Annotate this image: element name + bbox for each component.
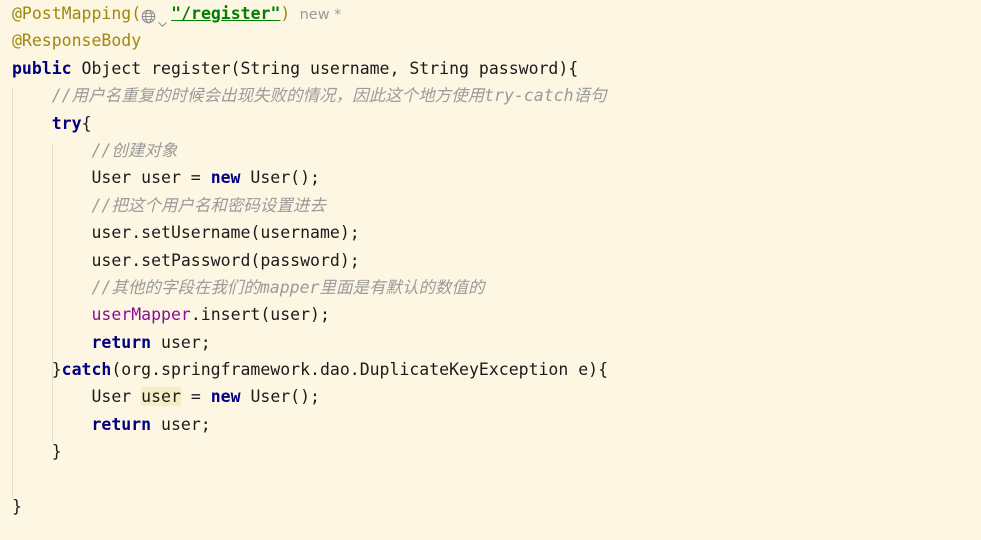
code-line[interactable]: //其他的字段在我们的mapper里面是有默认的数值的 (0, 274, 981, 301)
token-keyword: return (91, 332, 152, 352)
code-line[interactable]: User user = new User(); (0, 383, 981, 410)
globe-icon[interactable] (141, 5, 156, 32)
token-keyword: return (91, 414, 152, 434)
token-comment: //用户名重复的时候会出现失败的情况，因此这个地方使用try-catch语句 (12, 86, 607, 106)
token-keyword: try (51, 113, 82, 133)
code-editor-pane[interactable]: @PostMapping( "/register") new * @Response… (0, 0, 981, 540)
token-text: } (12, 442, 62, 462)
token-text: User (12, 387, 142, 407)
token-text: = (180, 387, 211, 407)
token-text: user; (151, 332, 211, 352)
token-text: user.setUsername(username); (12, 223, 360, 243)
code-line[interactable]: //把这个用户名和密码设置进去 (0, 192, 981, 219)
code-line[interactable]: user.setPassword(password); (0, 247, 981, 274)
token-text: (org.springframework.dao.DuplicateKeyExc… (111, 360, 609, 380)
mapping-gutter-icons[interactable] (141, 5, 171, 28)
token-keyword: new (210, 168, 241, 188)
token-annotation: @ResponseBody (12, 31, 142, 51)
token-comment: //创建对象 (12, 140, 178, 160)
token-highlighted-identifier: user (141, 387, 181, 407)
code-line[interactable]: } (0, 438, 981, 465)
token-annotation: @PostMapping( (12, 4, 142, 23)
chevron-down-icon[interactable] (158, 9, 167, 36)
token-keyword: new (210, 387, 241, 407)
code-line[interactable]: user.setUsername(username); (0, 219, 981, 246)
token-text: { (81, 113, 92, 133)
token-text: User user = (12, 168, 211, 188)
code-line[interactable]: User user = new User(); (0, 164, 981, 191)
token-text: .insert(user); (190, 305, 330, 325)
token-text: user.setPassword(password); (12, 250, 360, 270)
token-comment: //其他的字段在我们的mapper里面是有默认的数值的 (12, 277, 485, 297)
inlay-hint: new * (290, 7, 342, 23)
token-field-reference: userMapper (91, 305, 191, 325)
code-line[interactable]: return user; (0, 411, 981, 438)
code-line[interactable]: public Object register(String username, … (0, 55, 981, 82)
token-text: user; (151, 414, 211, 434)
token-text: Object register(String username, String … (71, 58, 579, 78)
token-string-literal: "/register" (171, 4, 281, 23)
token-text: User(); (240, 387, 320, 407)
code-lines-container[interactable]: @PostMapping( "/register") new * @Response… (0, 0, 981, 520)
token-comment: //把这个用户名和密码设置进去 (12, 195, 326, 215)
code-line[interactable]: userMapper.insert(user); (0, 301, 981, 328)
code-line[interactable]: }catch(org.springframework.dao.Duplicate… (0, 356, 981, 383)
code-line[interactable] (0, 466, 981, 493)
token-text: } (12, 360, 62, 380)
code-line[interactable]: } (0, 493, 981, 520)
code-line[interactable]: return user; (0, 329, 981, 356)
code-line[interactable]: //用户名重复的时候会出现失败的情况，因此这个地方使用try-catch语句 (0, 82, 981, 109)
token-annotation: ) (280, 4, 291, 23)
code-line[interactable]: @PostMapping( "/register") new * (0, 0, 981, 28)
code-line[interactable]: //创建对象 (0, 137, 981, 164)
code-line[interactable]: try{ (0, 110, 981, 137)
token-text: User(); (240, 168, 320, 188)
token-text: } (12, 497, 22, 517)
token-keyword: catch (61, 360, 112, 380)
token-keyword: public (12, 58, 72, 78)
